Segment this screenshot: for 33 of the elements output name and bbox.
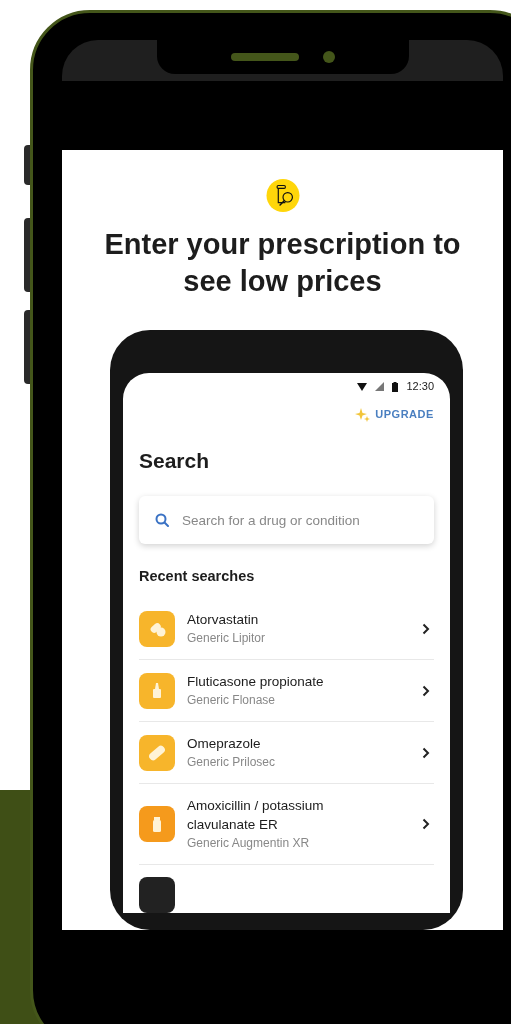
battery-icon [392, 381, 399, 392]
search-icon [155, 513, 169, 528]
chevron-right-icon [422, 622, 430, 635]
chevron-right-icon [422, 746, 430, 759]
recent-search-item[interactable]: Amoxicillin / potassium clavulanate ER Generic Augmentin XR [139, 784, 434, 865]
status-time: 12:30 [406, 379, 434, 395]
drug-icon [139, 734, 175, 771]
drug-name: Amoxicillin / potassium clavulanate ER [187, 797, 325, 834]
drug-generic: Generic Flonase [187, 692, 277, 709]
recent-search-item[interactable]: Omeprazole Generic Prilosec [139, 722, 434, 784]
signal-icon [375, 382, 385, 392]
recent-search-item[interactable]: Atorvastatin Generic Lipitor [139, 598, 434, 660]
speaker-icon [230, 53, 299, 61]
drug-icon [139, 877, 175, 913]
camera-icon [322, 51, 335, 63]
drug-generic: Generic Prilosec [187, 754, 277, 771]
drug-name: Fluticasone propionate [187, 673, 325, 691]
drug-icon [139, 610, 175, 647]
page-title: Search [139, 447, 211, 474]
chevron-right-icon [422, 818, 430, 830]
wifi-icon [357, 382, 368, 391]
drug-icon [139, 672, 175, 709]
hero-title: Enter your prescription to see low prices [103, 227, 462, 299]
drug-generic: Generic Augmentin XR [187, 835, 311, 852]
drug-name: Omeprazole [187, 735, 262, 753]
drug-name: Atorvastatin [187, 611, 260, 629]
drug-generic: Generic Lipitor [187, 630, 267, 647]
drug-icon [139, 806, 175, 842]
upgrade-button[interactable]: UPGRADE [355, 406, 434, 423]
recent-search-item[interactable]: Fluticasone propionate Generic Flonase [139, 660, 434, 722]
search-field[interactable]: Search for a drug or condition [139, 496, 434, 545]
chevron-right-icon [422, 684, 430, 697]
section-heading: Recent searches [139, 567, 256, 587]
